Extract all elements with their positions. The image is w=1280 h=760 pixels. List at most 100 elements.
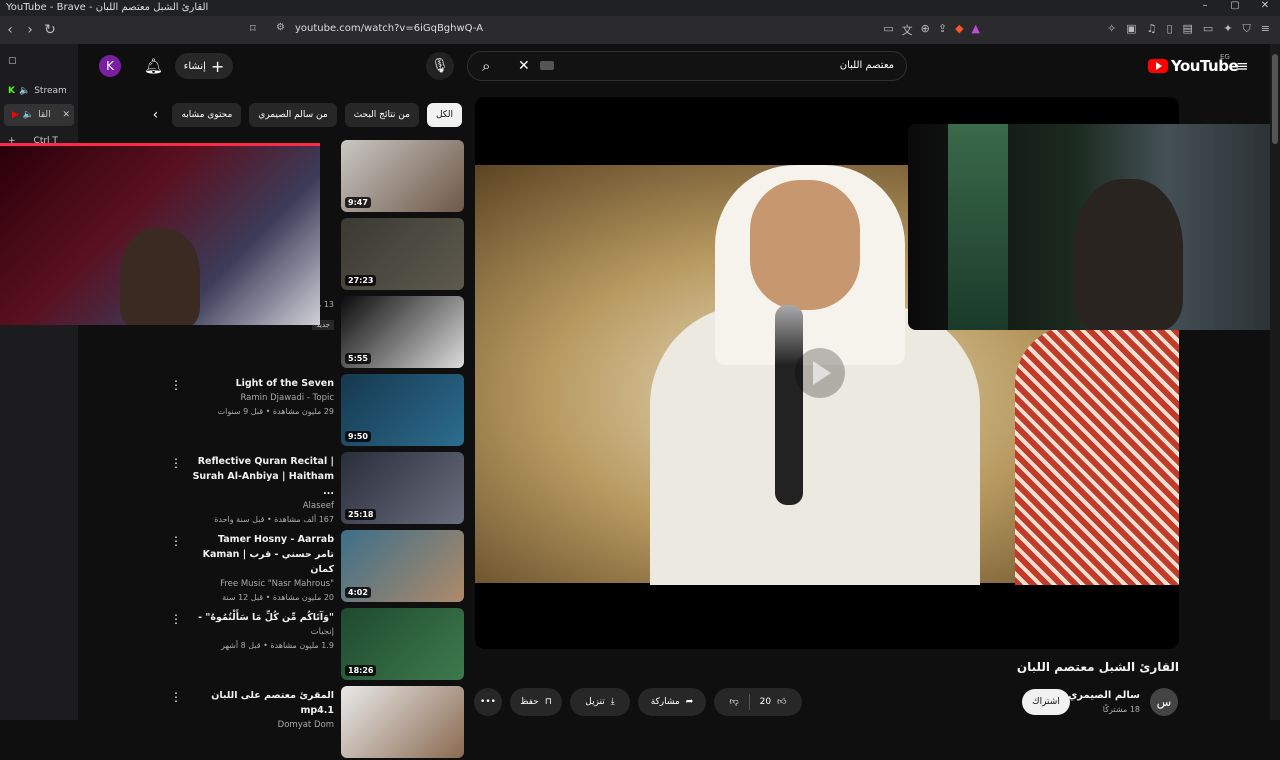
recommendation-channel[interactable]: Alaseef	[184, 499, 334, 513]
video-title: القارئ الشبل معتصم اللبان	[1016, 660, 1179, 674]
like-divider	[748, 694, 750, 710]
tab-stream[interactable]: K 🔈 Stream	[0, 80, 78, 102]
minimize-button[interactable]: –	[1190, 0, 1220, 16]
recommendation-stats: 167 ألف مشاهدة • قبل سنة واحدة	[214, 515, 334, 524]
more-options-icon[interactable]: ⋮	[170, 612, 182, 626]
chip-related[interactable]: محتوى مشابه	[172, 103, 242, 127]
webcam-plant	[948, 124, 1008, 330]
video-thumbnail[interactable]: 9:47	[341, 140, 464, 212]
account-avatar[interactable]: K	[99, 55, 121, 77]
tab-label: Stream	[34, 86, 67, 96]
more-options-icon[interactable]: ⋮	[170, 456, 182, 470]
video-thumbnail[interactable]: 25:18	[341, 452, 464, 524]
video-thumbnail[interactable]	[341, 686, 464, 758]
chip-from-channel[interactable]: من سالم الصيمري	[249, 103, 337, 127]
zoom-icon[interactable]: ⊕	[921, 22, 930, 38]
video-actions: ••• حفظ ⊓ تنزيل ⤓ مشاركة ➦ 👎︎ 20 👍︎	[474, 688, 1180, 718]
recommendation-meta: Tamer Hosny - Aarrab Kaman | تامر حسني -…	[184, 532, 334, 605]
youtube-icon: ▶	[12, 110, 19, 120]
play-button-icon[interactable]	[795, 348, 845, 398]
video-thumbnail[interactable]: 5:55	[341, 296, 464, 368]
sidebar-panel-icon[interactable]: ▢	[0, 50, 78, 72]
save-button[interactable]: حفظ ⊓	[510, 688, 562, 716]
vpn-icon[interactable]: ⛉	[1243, 22, 1251, 36]
video-shemagh	[1015, 325, 1179, 585]
bookmark-icon: ⊓	[544, 697, 552, 707]
window-title: YouTube - Brave - القارئ الشبل معتصم الل…	[0, 0, 1280, 16]
forward-button[interactable]: ›	[20, 22, 40, 38]
search-box[interactable]: ⌕ ✕ معتصم اللبان	[467, 51, 907, 81]
share-button[interactable]: مشاركة ➦	[638, 688, 706, 716]
recommendation-title[interactable]: Reflective Quran Recital | Surah Al-Anbi…	[184, 454, 334, 499]
search-input[interactable]: معتصم اللبان	[840, 60, 894, 71]
guide-menu-icon[interactable]: ≡	[1236, 57, 1249, 75]
tab-label: القا	[38, 110, 51, 120]
more-actions-button[interactable]: •••	[474, 688, 502, 716]
recommendation-title[interactable]: - "وَآتَاكُم مِّن كُلِّ مَا سَأَلْتُمُوه…	[184, 610, 334, 625]
recommendation-meta: Light of the Seven Ramin Djawadi - Topic 2…	[184, 376, 334, 419]
screenshot-icon[interactable]: ▣	[1126, 22, 1136, 36]
cast-icon[interactable]: ▭	[883, 22, 893, 38]
dislike-icon[interactable]: 👎︎	[730, 697, 739, 707]
bookmark-icon[interactable]: ⌑	[250, 22, 256, 35]
tab-youtube[interactable]: ▶ 🔈 القا ✕	[4, 104, 74, 126]
recommendation-item[interactable]: المقرئ معتصم على اللبان mp4.1 Domyat Dom ⋮	[170, 686, 464, 760]
close-button[interactable]: ✕	[1250, 0, 1280, 16]
recommendation-channel[interactable]: إنجبات	[184, 625, 334, 639]
recommendation-channel[interactable]: Free Music "Nasr Mahrous"	[184, 577, 334, 591]
more-options-icon[interactable]: ⋮	[170, 534, 182, 548]
recommendation-channel[interactable]: Ramin Djawadi - Topic	[184, 391, 334, 405]
brave-shields-icon[interactable]: ◆	[955, 22, 963, 38]
recommendation-item[interactable]: 9:50 Light of the Seven Ramin Djawadi - To…	[170, 374, 464, 448]
speaker-icon: 🔈	[22, 110, 35, 120]
webcam-person	[120, 228, 200, 325]
maximize-button[interactable]: ▢	[1220, 0, 1250, 16]
search-icon[interactable]: ⌕	[482, 57, 490, 75]
close-tab-icon[interactable]: ✕	[62, 110, 70, 120]
sidebar-toggle-icon[interactable]: ▯	[1166, 22, 1172, 36]
voice-search-mic-icon[interactable]: 🎙︎	[426, 52, 454, 80]
recommendation-title[interactable]: المقرئ معتصم على اللبان mp4.1	[184, 688, 334, 718]
video-thumbnail[interactable]: 27:23	[341, 218, 464, 290]
reload-button[interactable]: ↻	[40, 22, 60, 38]
download-button[interactable]: تنزيل ⤓	[570, 688, 630, 716]
scrollbar-thumb[interactable]	[1272, 54, 1278, 144]
page-scrollbar[interactable]	[1270, 44, 1280, 720]
site-info-icon[interactable]: ⚙	[276, 22, 285, 33]
extension-icons: ✧ ▣ ♫ ▯ ▤ ▭ ✦ ⛉ ≡	[1107, 22, 1270, 36]
leo-icon[interactable]: ✦	[1223, 22, 1232, 36]
address-bar-row: ‹ › ↻	[0, 16, 1280, 44]
more-options-icon[interactable]: ⋮	[170, 690, 182, 704]
chip-from-search[interactable]: من نتائج البحث	[344, 103, 419, 127]
back-button[interactable]: ‹	[0, 22, 20, 38]
region-code: EG	[1220, 53, 1230, 61]
browser-menu-icon[interactable]: ≡	[1261, 22, 1270, 36]
clear-search-icon[interactable]: ✕	[518, 58, 530, 74]
like-icon[interactable]: 👍︎	[777, 697, 786, 707]
url-field[interactable]: youtube.com/watch?v=6iGqBghwQ-A	[295, 23, 483, 34]
music-icon[interactable]: ♫	[1147, 22, 1157, 36]
share-arrow-icon: ➦	[685, 697, 694, 707]
recommendation-channel[interactable]: Domyat Dom	[184, 718, 334, 732]
recommendation-title[interactable]: Tamer Hosny - Aarrab Kaman | تامر حسني -…	[184, 532, 334, 577]
create-button[interactable]: إنشاء +	[175, 53, 233, 79]
video-thumbnail[interactable]: 4:02	[341, 530, 464, 602]
share-icon[interactable]: ⇪	[938, 22, 947, 38]
chips-scroll-left-icon[interactable]: ›	[146, 107, 164, 123]
virtual-keyboard-icon[interactable]	[540, 61, 554, 70]
recommendation-item[interactable]: 25:18 Reflective Quran Recital | Surah Al…	[170, 452, 464, 526]
video-thumbnail[interactable]: 18:26	[341, 608, 464, 680]
reading-list-icon[interactable]: ▭	[1203, 22, 1213, 36]
recommendation-title[interactable]: Light of the Seven	[184, 376, 334, 391]
recommendation-item[interactable]: 4:02 Tamer Hosny - Aarrab Kaman | تامر حس…	[170, 530, 464, 605]
video-thumbnail[interactable]: 9:50	[341, 374, 464, 446]
extensions-icon[interactable]: ✧	[1107, 22, 1116, 36]
plus-icon: +	[210, 56, 225, 76]
chip-all[interactable]: الكل	[426, 103, 462, 127]
recommendation-item[interactable]: 18:26 - "وَآتَاكُم مِّن كُلِّ مَا سَأَلْت…	[170, 608, 464, 682]
brave-rewards-icon[interactable]: ▲	[972, 22, 980, 38]
notifications-bell-icon[interactable]: 🔔︎	[144, 57, 163, 75]
translate-icon[interactable]: 文	[902, 22, 913, 38]
more-options-icon[interactable]: ⋮	[170, 378, 182, 392]
wallet-icon[interactable]: ▤	[1183, 22, 1193, 36]
